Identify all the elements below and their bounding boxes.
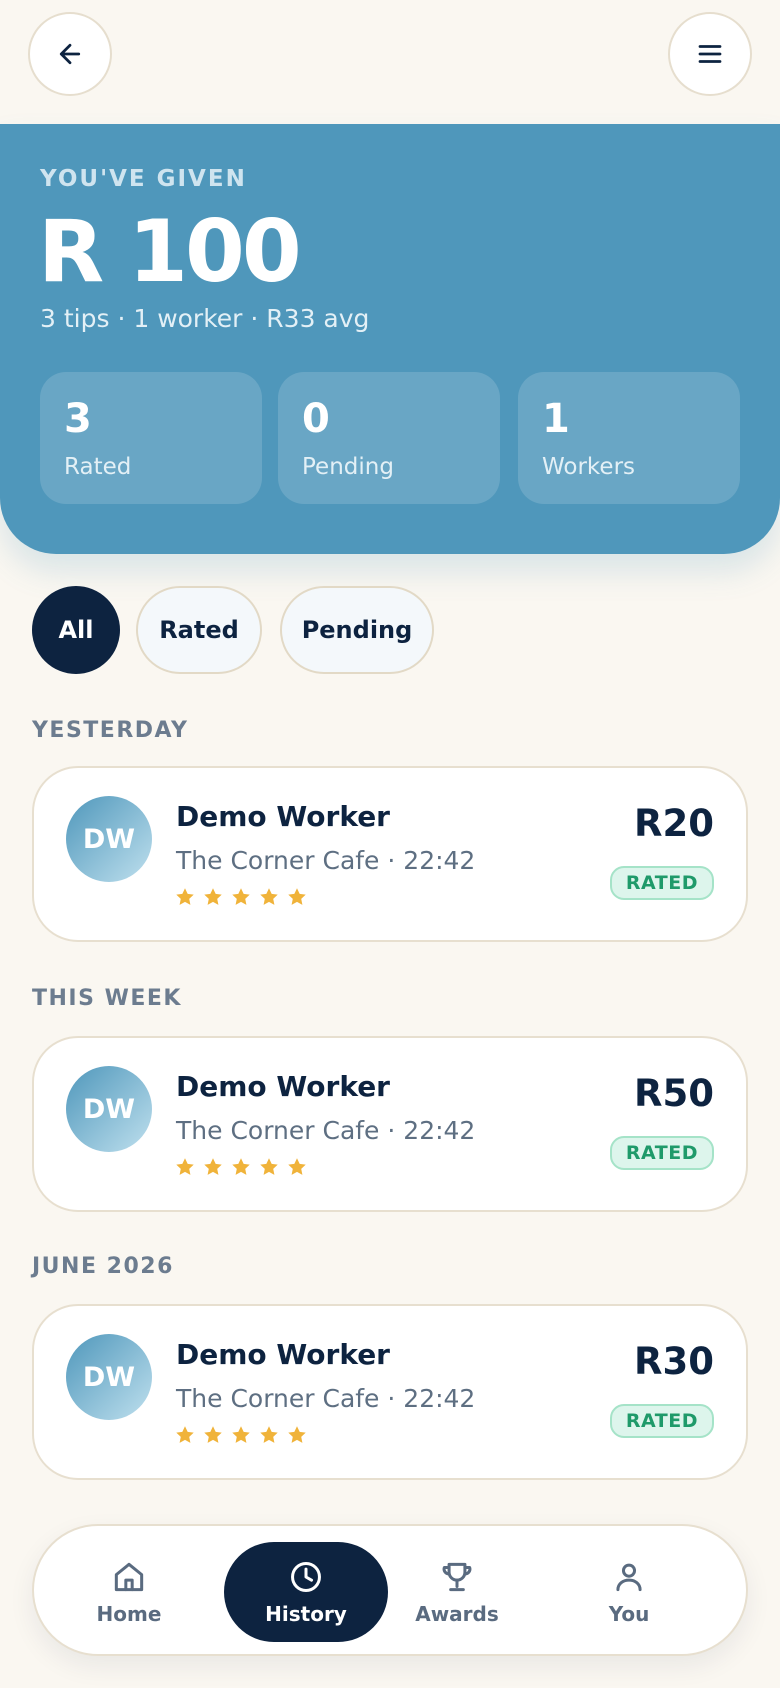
stat-workers: 1 Workers (518, 372, 740, 504)
star-icon (260, 1426, 278, 1443)
star-icon (232, 888, 250, 905)
star-icon (232, 1158, 250, 1175)
stat-pending: 0 Pending (278, 372, 500, 504)
worker-name: Demo Worker (176, 1070, 390, 1103)
person-icon (616, 1563, 642, 1592)
nav-label: History (265, 1602, 347, 1626)
status-badge: RATED (609, 866, 714, 900)
stat-value: 3 (64, 396, 92, 442)
avatar: DW (66, 796, 152, 882)
star-icon (288, 888, 306, 905)
star-icon (204, 1158, 222, 1175)
star-icon (176, 1158, 194, 1175)
section-label-yesterday: YESTERDAY (32, 718, 189, 743)
star-icon (232, 1426, 250, 1443)
tip-amount: R50 (634, 1072, 714, 1115)
filter-rated[interactable]: Rated (136, 586, 262, 674)
worker-meta: The Corner Cafe · 22:42 (176, 1384, 476, 1413)
star-icon (176, 888, 194, 905)
hamburger-menu-icon (698, 45, 722, 63)
stat-value: 1 (542, 396, 570, 442)
top-bar (0, 0, 780, 124)
worker-meta: The Corner Cafe · 22:42 (176, 1116, 476, 1145)
nav-label: Home (96, 1602, 162, 1626)
worker-name: Demo Worker (176, 800, 390, 833)
tip-amount: R30 (634, 1340, 714, 1383)
home-icon (114, 1562, 144, 1592)
hero-eyebrow: YOU'VE GIVEN (40, 166, 247, 192)
status-badge: RATED (609, 1136, 714, 1170)
back-button[interactable] (28, 12, 112, 96)
nav-awards[interactable]: Awards (402, 1542, 512, 1642)
star-icon (288, 1426, 306, 1443)
stat-value: 0 (302, 396, 330, 442)
tip-card[interactable]: DW Demo Worker The Corner Cafe · 22:42 R… (32, 766, 748, 942)
filter-all[interactable]: All (32, 586, 120, 674)
star-icon (204, 888, 222, 905)
stat-label: Pending (302, 454, 394, 480)
nav-label: Awards (415, 1602, 499, 1626)
stat-label: Rated (64, 454, 132, 480)
star-icon (204, 1426, 222, 1443)
tip-amount: R20 (634, 802, 714, 845)
filter-pending[interactable]: Pending (280, 586, 434, 674)
nav-home[interactable]: Home (74, 1542, 184, 1642)
hero-summary: 3 tips · 1 worker · R33 avg (40, 304, 370, 333)
star-icon (260, 888, 278, 905)
star-icon (260, 1158, 278, 1175)
worker-name: Demo Worker (176, 1338, 390, 1371)
trophy-icon (442, 1562, 472, 1592)
star-icon (288, 1158, 306, 1175)
avatar: DW (66, 1334, 152, 1420)
arrow-left-icon (59, 43, 81, 65)
nav-you[interactable]: You (574, 1542, 684, 1642)
star-rating (174, 1156, 308, 1178)
star-rating (174, 1424, 308, 1446)
total-given-amount: R 100 (38, 202, 302, 302)
stat-rated: 3 Rated (40, 372, 262, 504)
avatar: DW (66, 1066, 152, 1152)
summary-hero: YOU'VE GIVEN R 100 3 tips · 1 worker · R… (0, 124, 780, 554)
menu-button[interactable] (668, 12, 752, 96)
tip-card[interactable]: DW Demo Worker The Corner Cafe · 22:42 R… (32, 1036, 748, 1212)
nav-label: You (608, 1602, 650, 1626)
section-label-this-week: THIS WEEK (32, 986, 182, 1011)
star-icon (176, 1426, 194, 1443)
star-rating (174, 886, 308, 908)
bottom-nav: Home History Awards You (32, 1524, 748, 1656)
nav-history[interactable]: History (224, 1542, 388, 1642)
stat-label: Workers (542, 454, 636, 480)
status-badge: RATED (609, 1404, 714, 1438)
worker-meta: The Corner Cafe · 22:42 (176, 846, 476, 875)
tip-card[interactable]: DW Demo Worker The Corner Cafe · 22:42 R… (32, 1304, 748, 1480)
section-label-june-2026: JUNE 2026 (32, 1254, 174, 1279)
clock-icon (291, 1562, 321, 1592)
